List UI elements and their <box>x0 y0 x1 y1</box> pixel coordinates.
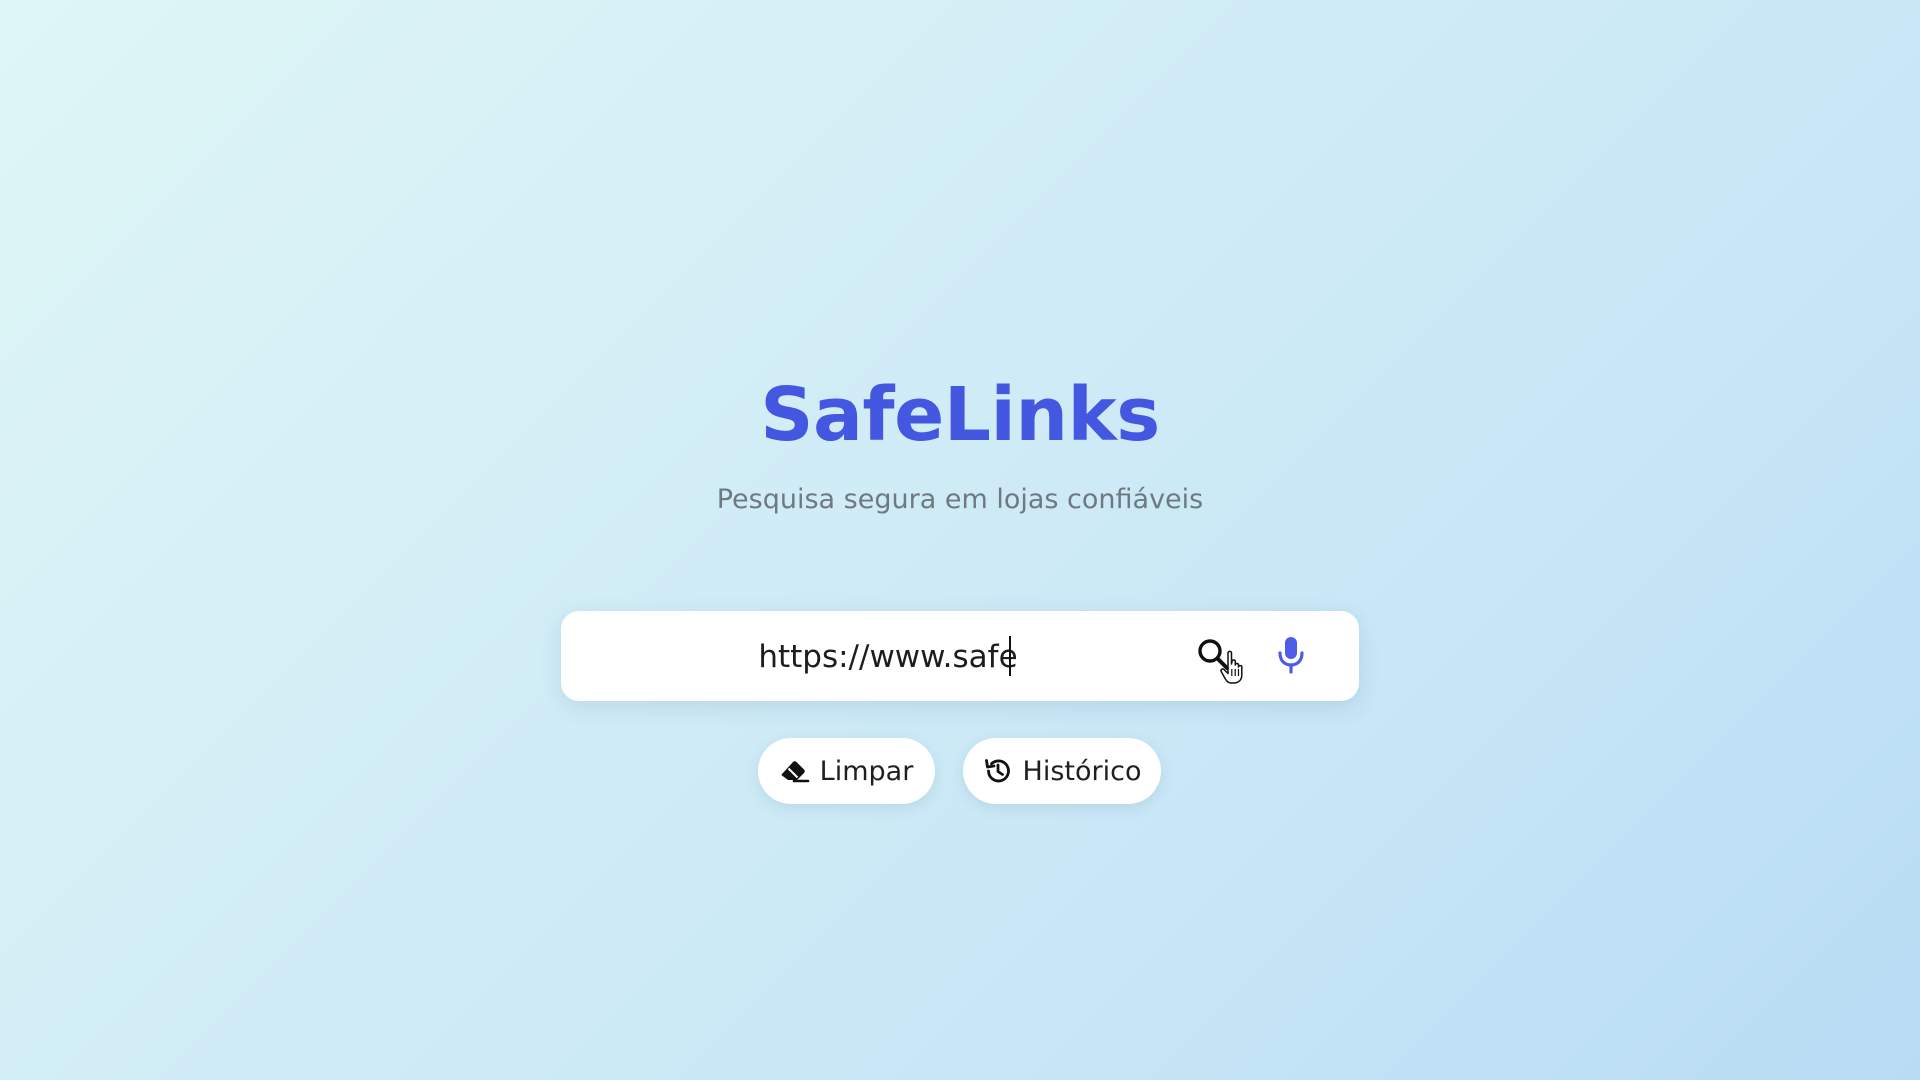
history-label: Histórico <box>1022 755 1142 787</box>
microphone-icon <box>1278 637 1304 674</box>
page: SafeLinks Pesquisa segura em lojas confi… <box>0 0 1920 1080</box>
eraser-icon <box>780 756 810 786</box>
search-button[interactable] <box>1186 627 1242 683</box>
history-button[interactable]: Histórico <box>963 738 1161 804</box>
tagline: Pesquisa segura em lojas confiáveis <box>716 484 1204 515</box>
clear-button[interactable]: Limpar <box>758 738 935 804</box>
history-icon <box>983 756 1013 786</box>
search-input[interactable] <box>591 611 1185 703</box>
clear-label: Limpar <box>819 755 914 787</box>
brand-title: SafeLinks <box>760 372 1160 458</box>
microphone-button[interactable] <box>1263 627 1319 683</box>
search-icon <box>1198 639 1229 670</box>
text-cursor <box>1009 636 1011 676</box>
